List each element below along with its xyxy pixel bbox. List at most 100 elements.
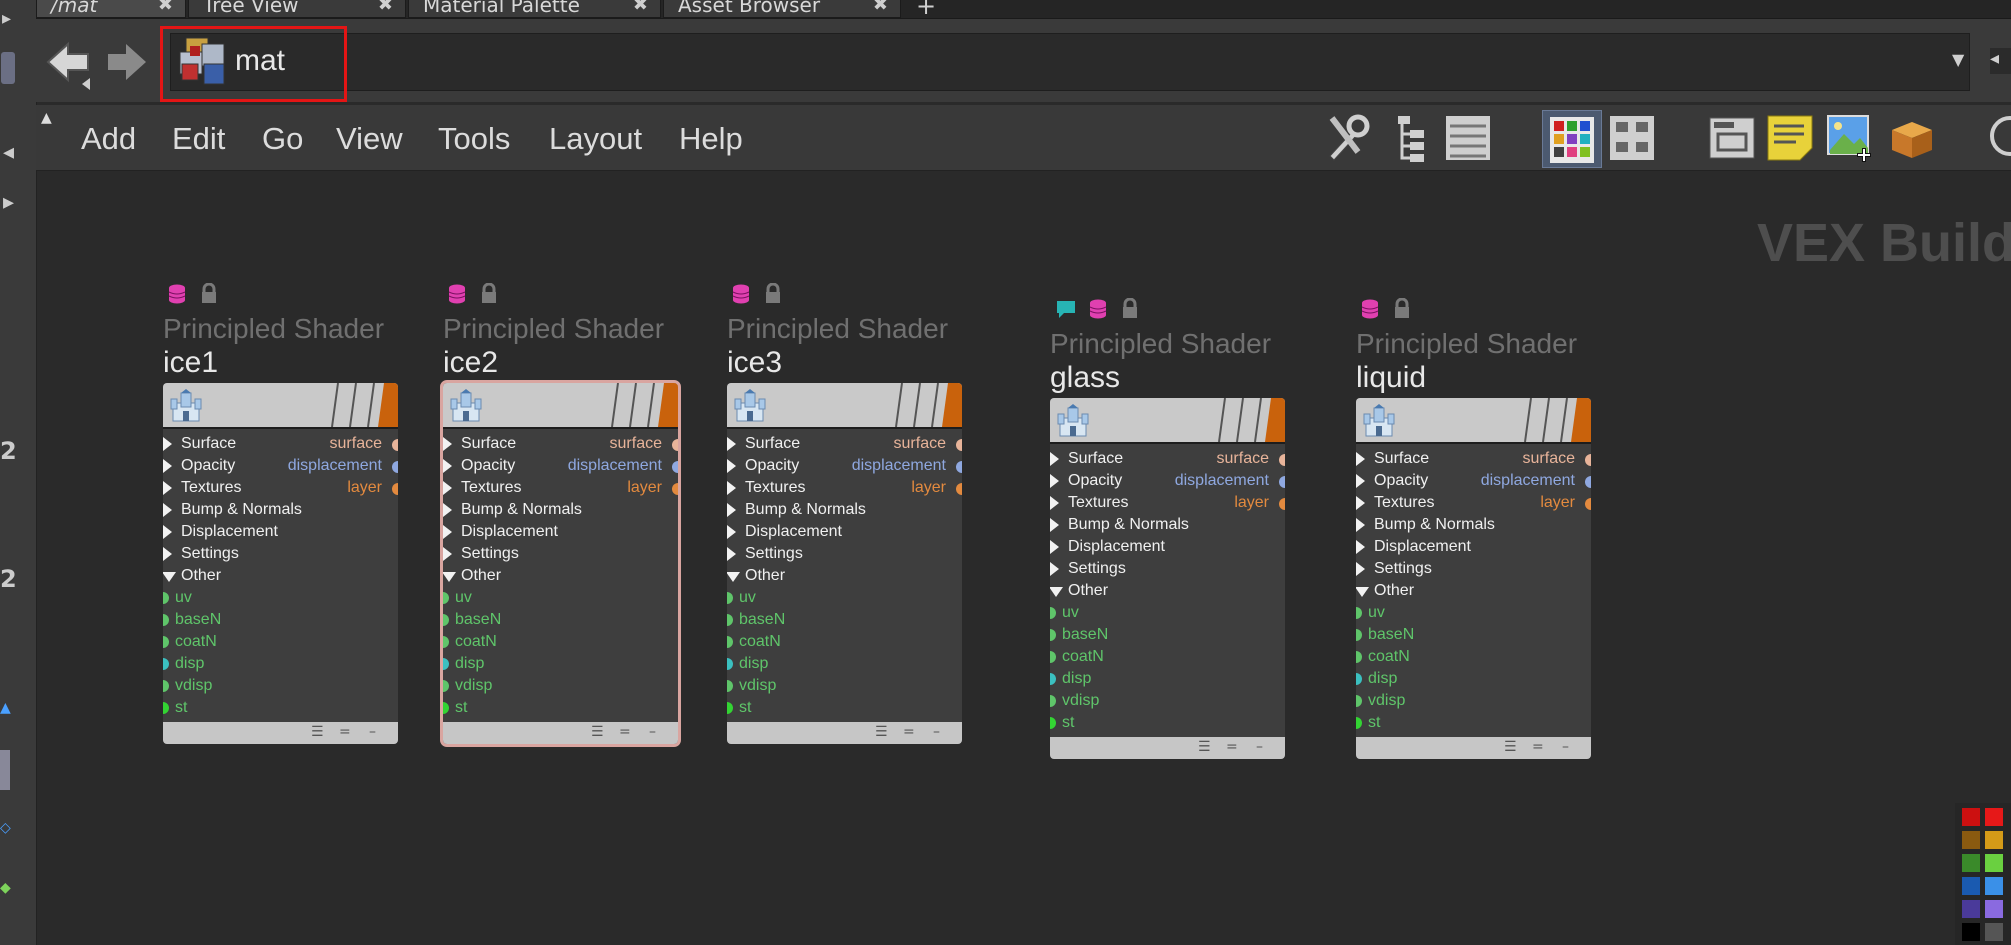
output-port[interactable] <box>956 439 962 451</box>
section-row[interactable]: Other <box>1356 580 1591 602</box>
close-icon[interactable]: ✖ <box>378 0 393 17</box>
section-row[interactable]: Displacement <box>443 521 678 543</box>
section-row[interactable]: Displacement <box>1356 536 1591 558</box>
minus-icon[interactable]: – <box>649 724 656 740</box>
menu-edit[interactable]: Edit <box>172 121 225 157</box>
input-port[interactable] <box>443 636 449 648</box>
shape-palette-icon[interactable] <box>1608 112 1656 162</box>
input-port[interactable] <box>163 680 169 692</box>
expand-icon[interactable] <box>1050 496 1059 510</box>
lock-icon[interactable] <box>763 283 783 305</box>
color-swatch[interactable] <box>1985 831 2003 849</box>
input-row[interactable]: coatN <box>443 631 678 653</box>
input-port[interactable] <box>443 680 449 692</box>
output-port[interactable] <box>672 483 678 495</box>
sticky-note-icon[interactable] <box>1766 112 1814 162</box>
output-port[interactable] <box>956 461 962 473</box>
dropdown-icon[interactable]: ▼ <box>1952 50 1964 69</box>
output-port[interactable] <box>672 461 678 473</box>
input-port[interactable] <box>163 658 169 670</box>
node-name[interactable]: glass <box>1050 361 1120 395</box>
lock-icon[interactable] <box>1120 298 1140 320</box>
expand-icon[interactable] <box>1356 518 1365 532</box>
equals-icon[interactable]: = <box>619 724 631 740</box>
menu-lines-icon[interactable]: ☰ <box>591 724 604 740</box>
input-row[interactable]: uv <box>443 587 678 609</box>
lock-icon[interactable] <box>1392 298 1412 320</box>
section-row[interactable]: Opacity displacement <box>727 455 962 477</box>
node-header[interactable] <box>1356 398 1591 444</box>
expand-icon[interactable] <box>727 459 736 473</box>
close-icon[interactable]: ✖ <box>158 0 173 17</box>
section-row[interactable]: Textures layer <box>163 477 398 499</box>
close-icon[interactable]: ✖ <box>633 0 648 17</box>
menu-help[interactable]: Help <box>679 121 743 157</box>
color-swatch[interactable] <box>1962 900 1980 918</box>
menu-lines-icon[interactable]: ☰ <box>311 724 324 740</box>
input-port[interactable] <box>163 702 169 714</box>
color-swatch[interactable] <box>1962 854 1980 872</box>
section-row[interactable]: Bump & Normals <box>443 499 678 521</box>
input-row[interactable]: coatN <box>1050 646 1285 668</box>
color-palette-icon[interactable] <box>1548 115 1596 165</box>
menu-add[interactable]: Add <box>81 121 136 157</box>
menu-view[interactable]: View <box>336 121 403 157</box>
input-row[interactable]: vdisp <box>163 675 398 697</box>
expand-icon[interactable] <box>1356 452 1365 466</box>
database-icon[interactable] <box>1088 298 1108 320</box>
input-port[interactable] <box>163 614 169 626</box>
input-port[interactable] <box>727 614 733 626</box>
arrow-left-icon[interactable]: ◂ <box>3 140 14 165</box>
add-image-icon[interactable] <box>1826 112 1874 162</box>
section-row[interactable]: Other <box>727 565 962 587</box>
expand-icon[interactable] <box>443 459 452 473</box>
database-icon[interactable] <box>1360 298 1380 320</box>
minus-icon[interactable]: – <box>1562 739 1569 755</box>
menu-layout[interactable]: Layout <box>549 121 642 157</box>
output-port[interactable] <box>392 483 398 495</box>
expand-icon[interactable] <box>1356 540 1365 554</box>
node-body[interactable]: Surface surface Opacity displacement Textu… <box>1356 398 1591 759</box>
input-port[interactable] <box>1356 695 1362 707</box>
output-port[interactable] <box>1279 476 1285 488</box>
expand-icon[interactable] <box>443 437 452 451</box>
package-icon[interactable] <box>1888 112 1936 162</box>
node-footer[interactable]: ☰ = – <box>163 722 398 744</box>
input-row[interactable]: baseN <box>727 609 962 631</box>
input-row[interactable]: coatN <box>163 631 398 653</box>
input-port[interactable] <box>1356 673 1362 685</box>
section-row[interactable]: Surface surface <box>163 433 398 455</box>
section-row[interactable]: Bump & Normals <box>1050 514 1285 536</box>
output-port[interactable] <box>672 439 678 451</box>
color-swatch[interactable] <box>1962 831 1980 849</box>
scroll-up-icon[interactable]: ▲ <box>41 110 52 126</box>
tab-asset-browser[interactable]: Asset Browser ✖ <box>663 0 901 18</box>
tab-mat[interactable]: /mat ✖ <box>36 0 186 18</box>
thumbnail-icon[interactable] <box>0 750 10 790</box>
expand-icon[interactable] <box>443 547 452 561</box>
input-port[interactable] <box>1050 629 1056 641</box>
input-row[interactable]: disp <box>1050 668 1285 690</box>
color-swatch[interactable] <box>1985 877 2003 895</box>
tree-layout-icon[interactable] <box>1390 112 1438 162</box>
color-swatch[interactable] <box>1985 923 2003 941</box>
input-port[interactable] <box>1050 607 1056 619</box>
node-name[interactable]: ice3 <box>727 346 782 380</box>
cube-tool-icon[interactable] <box>1 52 15 84</box>
expand-icon[interactable] <box>1050 452 1059 466</box>
node-header[interactable] <box>443 383 678 429</box>
input-row[interactable]: uv <box>1050 602 1285 624</box>
node-flag-stripes[interactable] <box>1521 398 1591 442</box>
section-row[interactable]: Settings <box>163 543 398 565</box>
section-row[interactable]: Settings <box>1050 558 1285 580</box>
expand-icon[interactable] <box>727 481 736 495</box>
expand-icon[interactable] <box>1356 562 1365 576</box>
output-port[interactable] <box>1279 498 1285 510</box>
section-row[interactable]: Opacity displacement <box>443 455 678 477</box>
input-row[interactable]: disp <box>443 653 678 675</box>
node-name[interactable]: liquid <box>1356 361 1426 395</box>
input-row[interactable]: st <box>1356 712 1591 734</box>
section-row[interactable]: Other <box>443 565 678 587</box>
node-header[interactable] <box>1050 398 1285 444</box>
input-port[interactable] <box>1356 651 1362 663</box>
